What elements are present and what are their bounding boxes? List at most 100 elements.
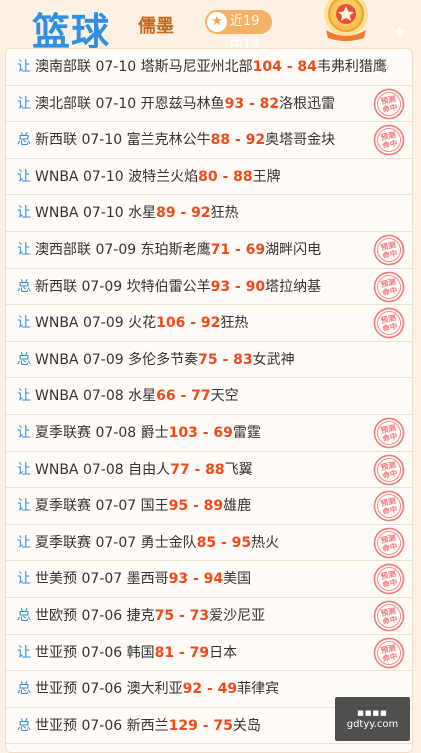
home-score: 93 xyxy=(210,278,231,295)
league-name: WNBA xyxy=(35,315,79,332)
bet-type-tag: 让 xyxy=(17,168,31,185)
list-item[interactable]: 让澳北部联 07-10 开恩兹马林鱼93 - 82洛根迅雷 预测 命中 xyxy=(6,86,412,123)
away-team: 关岛 xyxy=(232,717,261,734)
separator: - xyxy=(197,425,214,441)
separator: - xyxy=(188,571,204,588)
home-team: 东珀斯老鹰 xyxy=(140,242,211,258)
match-date: 07-09 xyxy=(95,242,137,258)
list-item[interactable]: 让 WNBA 07-10 波特兰火焰80 - 88王牌 xyxy=(6,159,412,196)
author-name[interactable]: 儒墨 xyxy=(138,12,174,38)
match-text: 世美预 07-07 墨西哥93 - 94美国 xyxy=(35,561,251,597)
home-score: 75 xyxy=(154,608,175,624)
away-score: 89 xyxy=(203,498,224,515)
home-team: 国王 xyxy=(140,498,169,515)
list-item[interactable]: 总世欧预 07-06 捷克75 - 73爱沙尼亚 预测 命中 xyxy=(6,598,412,635)
league-name: WNBA xyxy=(35,351,79,368)
away-score: 92 xyxy=(200,315,221,332)
match-text: WNBA 07-08 水星66 - 77天空 xyxy=(35,378,239,414)
streak-badge: ★ 近19中14 xyxy=(205,10,272,53)
match-date: 07-06 xyxy=(81,644,123,661)
match-text: 澳南部联 07-10 塔斯马尼亚州北部104 - 84韦弗利猎鹰 xyxy=(35,49,387,85)
league-name: 世亚预 xyxy=(35,644,77,661)
prediction-hit-stamp: 预测命中 xyxy=(373,307,405,339)
league-name: 世亚预 xyxy=(35,681,77,698)
list-item[interactable]: 让世亚预 07-06 韩国81 - 79日本 预测 命中 xyxy=(6,635,412,672)
separator: - xyxy=(174,608,190,624)
match-date: 07-09 xyxy=(82,315,124,332)
prediction-hit-stamp: 预测命中 xyxy=(373,564,405,595)
match-text: WNBA 07-10 波特兰火焰80 - 88王牌 xyxy=(35,159,281,195)
list-item[interactable]: 让 WNBA 07-08 自由人77 - 88飞翼 预测 命中 xyxy=(6,452,412,489)
league-name: WNBA xyxy=(35,205,79,222)
home-score: 129 xyxy=(168,717,198,734)
away-team: 韦弗利猎鹰 xyxy=(316,59,387,75)
list-item[interactable]: 总 WNBA 07-09 多伦多节奏75 - 83女武神 xyxy=(6,342,412,379)
match-date: 07-10 xyxy=(95,59,137,75)
home-team: 捷克 xyxy=(126,608,155,624)
match-text: 世亚预 07-06 新西兰129 - 75关岛 xyxy=(35,708,261,744)
home-team: 波特兰火焰 xyxy=(128,168,199,185)
away-team: 雷霆 xyxy=(232,425,261,441)
match-date: 07-07 xyxy=(95,534,137,551)
list-item[interactable]: 让澳南部联 07-10 塔斯马尼亚州北部104 - 84韦弗利猎鹰 xyxy=(6,49,412,86)
home-score: 75 xyxy=(198,351,218,368)
home-score: 80 xyxy=(198,168,218,185)
separator: - xyxy=(230,278,246,295)
home-team: 水星 xyxy=(128,388,157,405)
match-date: 07-08 xyxy=(95,425,137,441)
league-name: 新西联 xyxy=(35,278,77,295)
away-score: 94 xyxy=(203,571,224,588)
away-score: 79 xyxy=(189,644,210,661)
home-team: 新西兰 xyxy=(126,717,169,734)
list-item[interactable]: 总新西联 07-10 富兰克林公牛88 - 92奥塔哥金块 预测 命中 xyxy=(6,122,412,159)
home-team: 坎特伯雷公羊 xyxy=(126,278,211,295)
list-item[interactable]: 让世美预 07-07 墨西哥93 - 94美国 预测 命中 xyxy=(6,561,412,598)
medal-badge-icon xyxy=(324,0,368,41)
home-score: 81 xyxy=(154,644,175,661)
league-name: WNBA xyxy=(35,388,79,405)
list-item[interactable]: 让澳西部联 07-09 东珀斯老鹰71 - 69湖畔闪电 预测 命中 xyxy=(6,232,412,269)
home-team: 韩国 xyxy=(126,644,155,661)
match-text: 世欧预 07-06 捷克75 - 73爱沙尼亚 xyxy=(35,598,265,634)
league-name: 澳南部联 xyxy=(35,59,91,75)
away-team: 王牌 xyxy=(252,168,281,185)
bet-type-tag: 总 xyxy=(17,681,31,698)
match-date: 07-08 xyxy=(82,461,124,478)
away-score: 92 xyxy=(245,132,266,149)
league-name: 世亚预 xyxy=(35,717,77,734)
list-item[interactable]: 让 WNBA 07-09 火花106 - 92狂热 预测 命中 xyxy=(6,305,412,342)
list-item[interactable]: 总新西联 07-09 坎特伯雷公羊93 - 90塔拉纳基 预测 命中 xyxy=(6,269,412,306)
home-score: 93 xyxy=(168,571,189,588)
separator: - xyxy=(202,681,218,698)
away-score: 82 xyxy=(259,95,280,112)
prediction-hit-stamp: 预测命中 xyxy=(373,124,405,156)
match-text: WNBA 07-08 自由人77 - 88飞翼 xyxy=(35,452,253,488)
match-date: 07-07 xyxy=(95,498,137,515)
away-team: 塔拉纳基 xyxy=(265,278,322,295)
match-date: 07-10 xyxy=(82,168,124,185)
league-name: 世欧预 xyxy=(35,608,77,624)
match-text: 世亚预 07-06 澳大利亚92 - 49菲律宾 xyxy=(35,671,279,707)
separator: - xyxy=(197,717,214,734)
match-text: WNBA 07-09 火花106 - 92狂热 xyxy=(35,305,248,341)
home-team: 墨西哥 xyxy=(126,571,169,588)
home-team: 澳大利亚 xyxy=(126,681,183,698)
match-text: WNBA 07-09 多伦多节奏75 - 83女武神 xyxy=(35,342,295,378)
away-team: 狂热 xyxy=(210,205,239,222)
prediction-hit-stamp: 预测命中 xyxy=(373,527,405,559)
separator: - xyxy=(281,59,298,75)
match-text: 世亚预 07-06 韩国81 - 79日本 xyxy=(35,635,237,671)
watermark-url: gdtyy.com xyxy=(346,719,399,730)
home-score: 104 xyxy=(252,59,282,75)
league-name: 世美预 xyxy=(35,571,77,588)
list-item[interactable]: 让夏季联赛 07-07 国王95 - 89雄鹿 预测 命中 xyxy=(6,488,412,525)
list-item[interactable]: 让夏季联赛 07-08 爵士103 - 69雷霆 预测 命中 xyxy=(6,415,412,452)
away-score: 88 xyxy=(233,168,253,185)
away-team: 菲律宾 xyxy=(237,681,280,698)
home-score: 88 xyxy=(210,132,231,149)
bet-type-tag: 让 xyxy=(17,571,31,588)
list-item[interactable]: 让 WNBA 07-08 水星66 - 77天空 xyxy=(6,378,412,415)
list-item[interactable]: 让夏季联赛 07-07 勇士金队85 - 95热火 预测 命中 xyxy=(6,525,412,562)
separator: - xyxy=(189,461,206,478)
list-item[interactable]: 让 WNBA 07-10 水星89 - 92狂热 xyxy=(6,195,412,232)
